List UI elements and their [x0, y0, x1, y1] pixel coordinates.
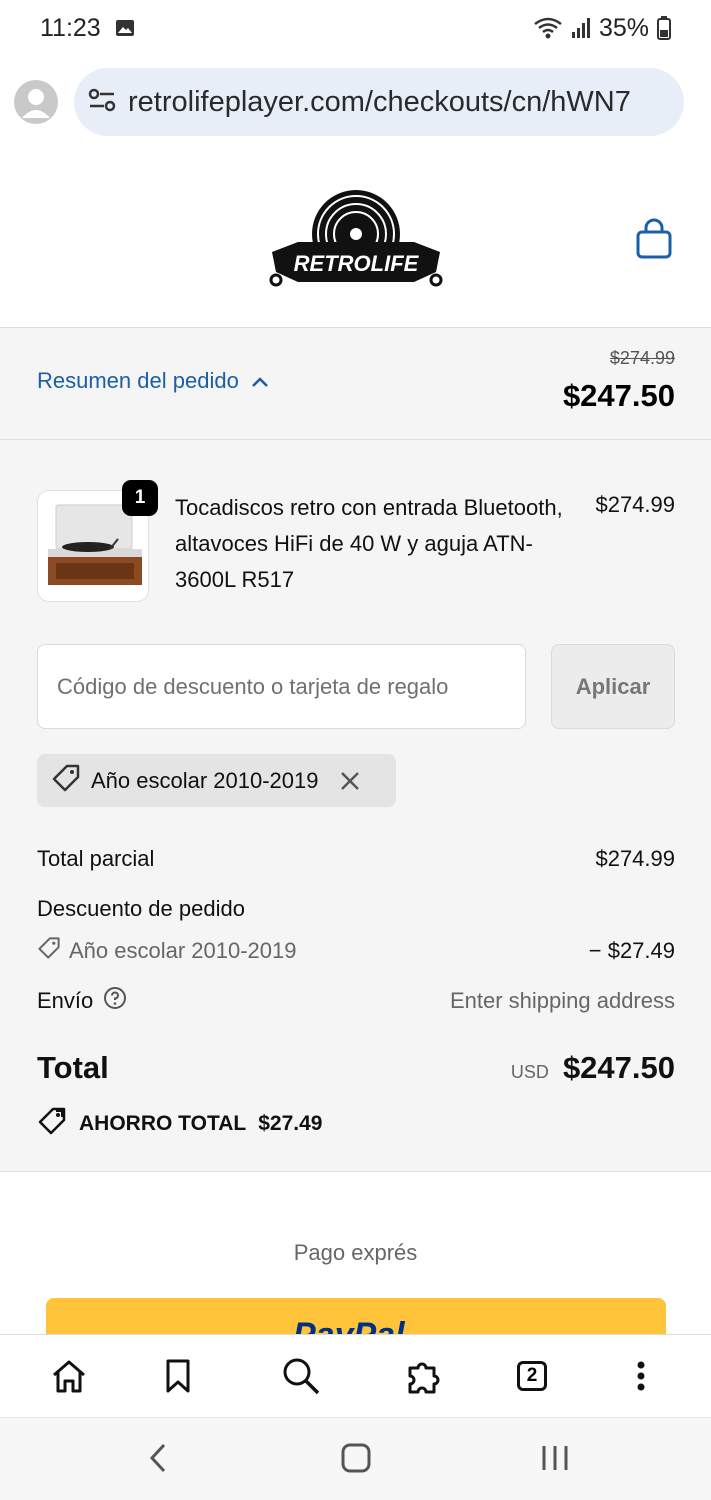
shipping-row: Envío Enter shipping address [37, 986, 675, 1016]
gallery-notification-icon [115, 18, 135, 38]
quantity-badge: 1 [122, 480, 158, 516]
wifi-icon [533, 17, 563, 39]
browser-toolbar: 2 [0, 1334, 711, 1418]
total-row: Total USD $247.50 [37, 1050, 675, 1086]
subtotal-label: Total parcial [37, 846, 155, 871]
shipping-value: Enter shipping address [449, 988, 675, 1013]
express-checkout-label: Pago exprés [293, 1240, 418, 1265]
discount-code-input[interactable]: Código de descuento o tarjeta de regalo [37, 644, 526, 729]
battery-icon [657, 16, 671, 40]
currency-code: USD [510, 1062, 549, 1082]
order-summary-label: Resumen del pedido [37, 368, 239, 393]
savings-label: AHORRO TOTAL [79, 1112, 247, 1135]
applied-discount-code: Año escolar 2010-2019 [91, 767, 319, 793]
summary-total: $247.50 [562, 378, 675, 413]
tag-icon [37, 936, 61, 966]
home-icon[interactable] [48, 1355, 90, 1397]
help-icon[interactable] [103, 986, 127, 1016]
total-label: Total [37, 1050, 109, 1085]
shopping-bag-icon[interactable] [634, 218, 674, 260]
chevron-up-icon [251, 368, 269, 394]
signal-icon [571, 17, 591, 39]
order-discount-value: − $27.49 [588, 938, 675, 963]
total-savings-row: AHORRO TOTAL $27.49 [37, 1106, 322, 1142]
order-discount-detail-row: Año escolar 2010-2019 − $27.49 [37, 936, 675, 966]
order-details: 1 Tocadiscos retro con entrada Bluetooth… [0, 440, 711, 1172]
original-price: $274.99 [609, 348, 675, 368]
search-icon[interactable] [280, 1355, 322, 1397]
savings-value: $27.49 [258, 1112, 323, 1135]
subtotal-row: Total parcial $274.99 [37, 846, 675, 872]
order-discount-code: Año escolar 2010-2019 [69, 938, 297, 963]
remove-discount-icon[interactable] [339, 770, 361, 792]
recent-apps-icon[interactable] [540, 1442, 570, 1474]
browser-url-row: retrolifeplayer.com/checkouts/cn/hWN7 [0, 66, 711, 138]
apply-discount-button[interactable]: Aplicar [551, 644, 675, 729]
total-value: $247.50 [562, 1050, 675, 1085]
applied-discount-chip: Año escolar 2010-2019 [37, 754, 396, 807]
subtotal-value: $274.99 [595, 846, 675, 871]
product-name: Tocadiscos retro con entrada Bluetooth, … [175, 495, 563, 592]
savings-tag-icon [37, 1106, 67, 1142]
tab-count: 2 [517, 1361, 547, 1391]
extensions-icon[interactable] [403, 1355, 445, 1397]
retrolife-logo[interactable]: RETROLIFE [268, 186, 444, 294]
back-icon[interactable] [148, 1442, 168, 1474]
site-settings-icon[interactable] [88, 88, 116, 117]
tabs-button[interactable]: 2 [511, 1355, 553, 1397]
site-header: RETROLIFE [0, 160, 711, 328]
order-discount-row: Descuento de pedido [37, 896, 675, 922]
shipping-label: Envío [37, 988, 94, 1013]
battery-text: 35% [598, 13, 649, 42]
status-bar: 11:23 35% [0, 0, 711, 56]
home-nav-icon[interactable] [341, 1442, 371, 1474]
address-bar[interactable]: retrolifeplayer.com/checkouts/cn/hWN7 [74, 68, 684, 136]
tag-icon [51, 763, 81, 799]
order-summary-toggle[interactable]: Resumen del pedido [37, 368, 269, 394]
status-time: 11:23 [40, 13, 101, 42]
bookmark-icon[interactable] [157, 1355, 199, 1397]
logo-text: RETROLIFE [294, 251, 420, 276]
url-text: retrolifeplayer.com/checkouts/cn/hWN7 [128, 85, 631, 118]
profile-avatar-icon[interactable] [14, 80, 58, 124]
order-discount-label: Descuento de pedido [37, 896, 245, 921]
product-price: $274.99 [595, 492, 675, 517]
more-menu-icon[interactable] [620, 1355, 662, 1397]
order-summary-bar[interactable]: Resumen del pedido $274.99 $247.50 [0, 327, 711, 440]
system-navigation-bar [0, 1418, 711, 1500]
